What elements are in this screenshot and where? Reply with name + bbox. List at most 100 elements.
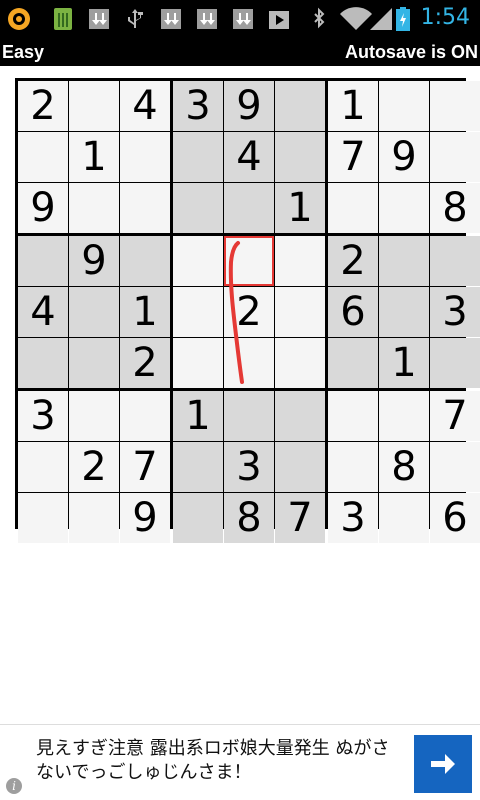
- sudoku-cell-r4c2[interactable]: 1: [120, 287, 170, 337]
- sudoku-cell-r6c8[interactable]: 7: [430, 391, 480, 441]
- ad-text[interactable]: 見えすぎ注意 露出系ロボ娘大量発生 ぬがさないでっごしゅじんさま！: [36, 737, 396, 785]
- sudoku-cell-r3c6[interactable]: 2: [328, 236, 378, 286]
- signal-icon: [368, 6, 394, 32]
- sudoku-cell-r7c0[interactable]: [18, 442, 68, 492]
- sudoku-cell-r2c7[interactable]: [379, 183, 429, 233]
- sudoku-cell-r1c4[interactable]: 4: [224, 132, 274, 182]
- sudoku-cell-r5c2[interactable]: 2: [120, 338, 170, 388]
- sudoku-cell-r8c5[interactable]: 7: [275, 493, 325, 543]
- sudoku-cell-r0c5[interactable]: [275, 81, 325, 131]
- download-icon: [158, 6, 184, 32]
- sudoku-cell-r7c3[interactable]: [173, 442, 223, 492]
- sudoku-cell-r0c0[interactable]: 2: [18, 81, 68, 131]
- sudoku-cell-r3c8[interactable]: [430, 236, 480, 286]
- sudoku-cell-r1c1[interactable]: 1: [69, 132, 119, 182]
- sudoku-cell-r8c3[interactable]: [173, 493, 223, 543]
- sudoku-cell-r2c2[interactable]: [120, 183, 170, 233]
- sudoku-cell-r0c1[interactable]: [69, 81, 119, 131]
- sudoku-cell-r7c6[interactable]: [328, 442, 378, 492]
- sudoku-cell-r1c3[interactable]: [173, 132, 223, 182]
- app-icon: [6, 6, 32, 32]
- play-store-icon: [266, 6, 292, 32]
- sudoku-cell-r5c0[interactable]: [18, 338, 68, 388]
- bluetooth-icon: [306, 6, 332, 32]
- sudoku-cell-r2c0[interactable]: 9: [18, 183, 68, 233]
- ad-arrow-button[interactable]: [414, 735, 472, 793]
- sudoku-cell-r3c0[interactable]: [18, 236, 68, 286]
- sudoku-cell-r5c7[interactable]: 1: [379, 338, 429, 388]
- sudoku-cell-r2c6[interactable]: [328, 183, 378, 233]
- trash-icon: [50, 6, 76, 32]
- sudoku-cell-r7c2[interactable]: 7: [120, 442, 170, 492]
- sudoku-cell-r5c1[interactable]: [69, 338, 119, 388]
- sudoku-cell-r1c5[interactable]: [275, 132, 325, 182]
- sudoku-cell-r2c8[interactable]: 8: [430, 183, 480, 233]
- sudoku-cell-r6c1[interactable]: [69, 391, 119, 441]
- sudoku-cell-r5c5[interactable]: [275, 338, 325, 388]
- download-icon: [230, 6, 256, 32]
- sudoku-cell-r4c8[interactable]: 3: [430, 287, 480, 337]
- sudoku-cell-r5c4[interactable]: [224, 338, 274, 388]
- autosave-status: Autosave is ON: [344, 42, 478, 62]
- sudoku-cell-r6c6[interactable]: [328, 391, 378, 441]
- sudoku-cell-r4c5[interactable]: [275, 287, 325, 337]
- sudoku-cell-r3c4[interactable]: [224, 236, 274, 286]
- sudoku-cell-r7c7[interactable]: 8: [379, 442, 429, 492]
- sudoku-cell-r5c6[interactable]: [328, 338, 378, 388]
- title-bar: Easy Autosave is ON: [0, 38, 480, 66]
- status-clock: 1:54: [420, 5, 470, 30]
- sudoku-cell-r0c7[interactable]: [379, 81, 429, 131]
- sudoku-cell-r7c5[interactable]: [275, 442, 325, 492]
- sudoku-cell-r1c0[interactable]: [18, 132, 68, 182]
- sudoku-cell-r6c5[interactable]: [275, 391, 325, 441]
- sudoku-cell-r7c8[interactable]: [430, 442, 480, 492]
- sudoku-cell-r0c3[interactable]: 3: [173, 81, 223, 131]
- sudoku-cell-r3c1[interactable]: 9: [69, 236, 119, 286]
- sudoku-cell-r1c8[interactable]: [430, 132, 480, 182]
- sudoku-cell-r6c4[interactable]: [224, 391, 274, 441]
- sudoku-cell-r7c1[interactable]: 2: [69, 442, 119, 492]
- sudoku-cell-r4c6[interactable]: 6: [328, 287, 378, 337]
- arrow-right-icon: [431, 754, 455, 774]
- sudoku-cell-r4c4[interactable]: 2: [224, 287, 274, 337]
- sudoku-cell-r4c0[interactable]: 4: [18, 287, 68, 337]
- sudoku-cell-r5c8[interactable]: [430, 338, 480, 388]
- sudoku-cell-r8c0[interactable]: [18, 493, 68, 543]
- sudoku-cell-r5c3[interactable]: [173, 338, 223, 388]
- sudoku-cell-r2c4[interactable]: [224, 183, 274, 233]
- sudoku-cell-r2c3[interactable]: [173, 183, 223, 233]
- ad-banner[interactable]: 見えすぎ注意 露出系ロボ娘大量発生 ぬがさないでっごしゅじんさま！ i: [0, 724, 480, 800]
- sudoku-cell-r4c7[interactable]: [379, 287, 429, 337]
- sudoku-cell-r8c8[interactable]: 6: [430, 493, 480, 543]
- sudoku-cell-r3c2[interactable]: [120, 236, 170, 286]
- sudoku-cell-r1c6[interactable]: 7: [328, 132, 378, 182]
- sudoku-cell-r2c5[interactable]: 1: [275, 183, 325, 233]
- sudoku-cell-r0c6[interactable]: 1: [328, 81, 378, 131]
- sudoku-board: 243911479918924126321317273898736: [15, 78, 480, 543]
- sudoku-cell-r3c5[interactable]: [275, 236, 325, 286]
- sudoku-cell-r0c2[interactable]: 4: [120, 81, 170, 131]
- sudoku-cell-r0c8[interactable]: [430, 81, 480, 131]
- usb-icon: [122, 6, 148, 32]
- download-icon: [194, 6, 220, 32]
- sudoku-cell-r8c6[interactable]: 3: [328, 493, 378, 543]
- sudoku-cell-r6c2[interactable]: [120, 391, 170, 441]
- sudoku-cell-r3c7[interactable]: [379, 236, 429, 286]
- sudoku-cell-r6c3[interactable]: 1: [173, 391, 223, 441]
- sudoku-cell-r4c1[interactable]: [69, 287, 119, 337]
- sudoku-cell-r8c1[interactable]: [69, 493, 119, 543]
- sudoku-cell-r8c2[interactable]: 9: [120, 493, 170, 543]
- sudoku-cell-r7c4[interactable]: 3: [224, 442, 274, 492]
- sudoku-cell-r4c3[interactable]: [173, 287, 223, 337]
- sudoku-cell-r6c7[interactable]: [379, 391, 429, 441]
- sudoku-cell-r2c1[interactable]: [69, 183, 119, 233]
- info-icon[interactable]: i: [6, 778, 22, 794]
- sudoku-cell-r8c7[interactable]: [379, 493, 429, 543]
- sudoku-cell-r1c7[interactable]: 9: [379, 132, 429, 182]
- download-icon: [86, 6, 112, 32]
- sudoku-cell-r0c4[interactable]: 9: [224, 81, 274, 131]
- sudoku-cell-r3c3[interactable]: [173, 236, 223, 286]
- sudoku-cell-r6c0[interactable]: 3: [18, 391, 68, 441]
- sudoku-cell-r1c2[interactable]: [120, 132, 170, 182]
- sudoku-cell-r8c4[interactable]: 8: [224, 493, 274, 543]
